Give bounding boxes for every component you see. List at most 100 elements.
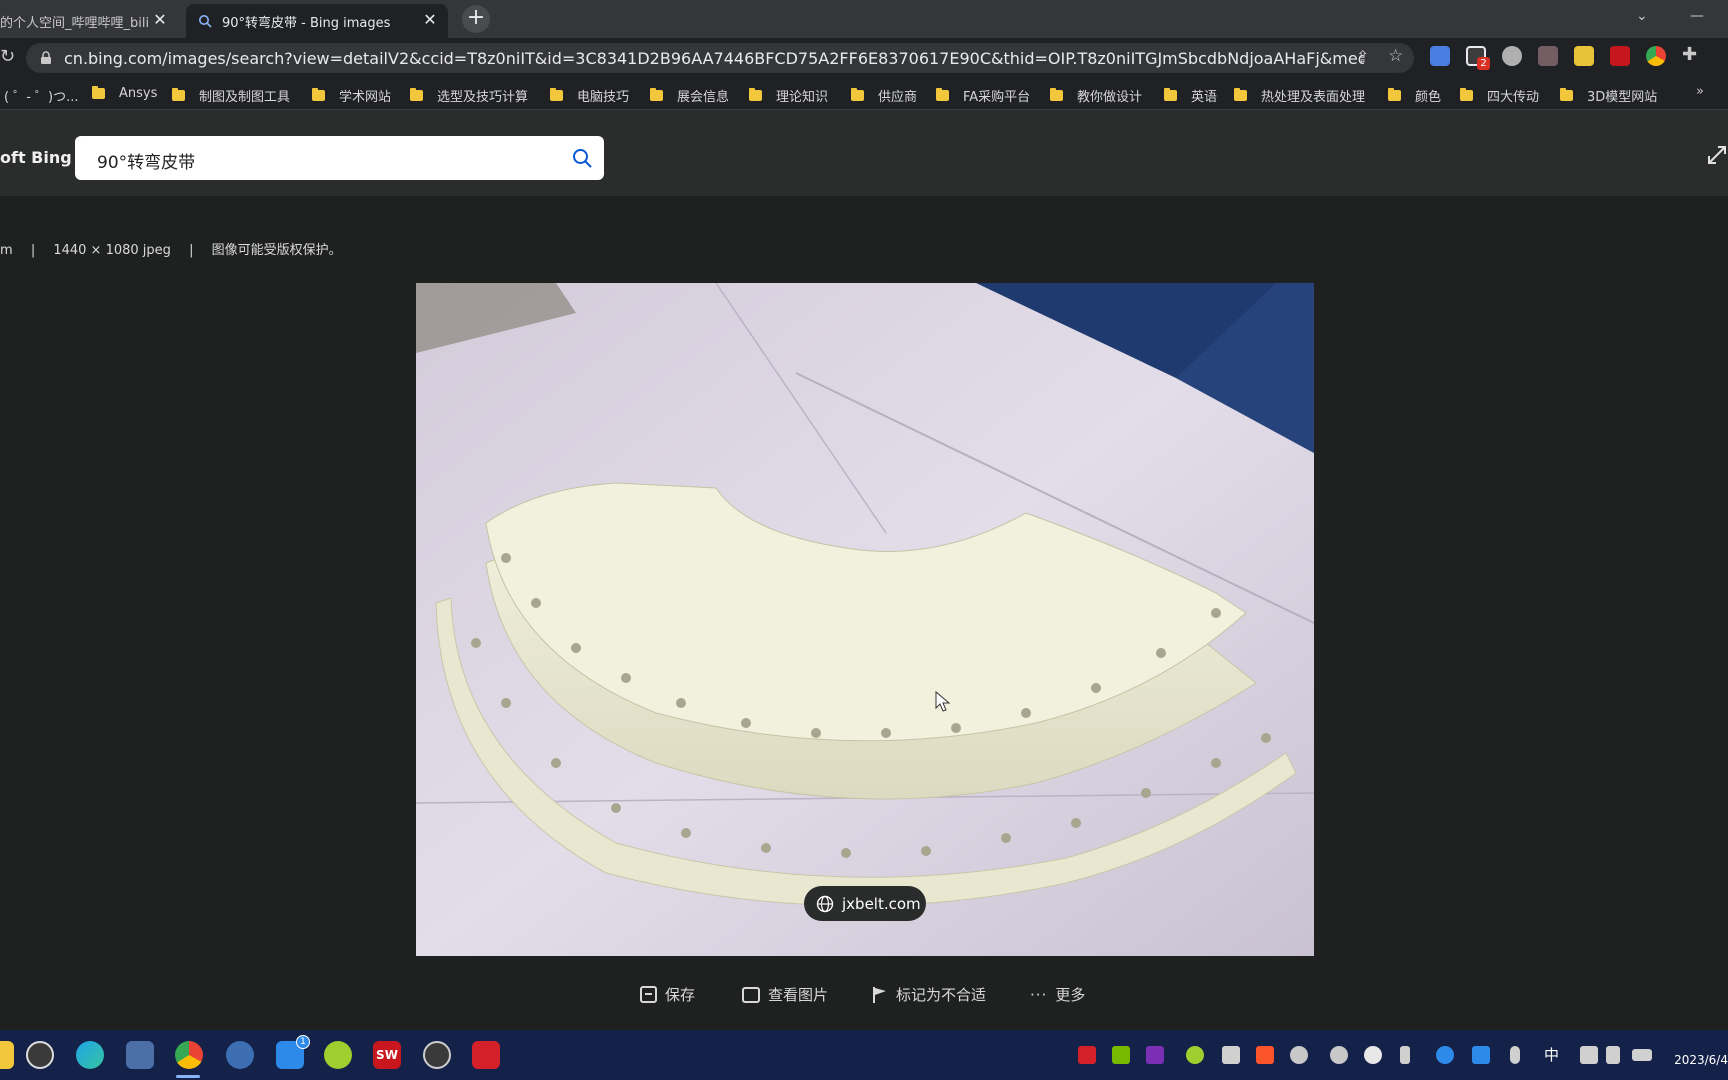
- source-domain: jxbelt.com: [842, 894, 921, 913]
- solidworks-icon[interactable]: SW: [373, 1041, 401, 1069]
- edge-icon[interactable]: [76, 1041, 104, 1069]
- tray-yellow-icon[interactable]: [1186, 1046, 1204, 1064]
- yellow-app-icon[interactable]: [324, 1041, 352, 1069]
- tab-bing-images[interactable]: 90°转弯皮带 - Bing images ✕: [186, 4, 448, 38]
- minimize-icon[interactable]: —: [1690, 8, 1704, 24]
- bookmark-item[interactable]: ( ゜- ゜)つ...: [4, 86, 79, 105]
- tab-title: 的个人空间_哔哩哔哩_bili: [0, 15, 148, 31]
- folder-icon: [410, 88, 423, 101]
- search-icon[interactable]: [572, 148, 592, 168]
- calculator-icon[interactable]: [126, 1041, 154, 1069]
- volume-icon[interactable]: [1606, 1046, 1620, 1064]
- yellow-extension-icon[interactable]: [1574, 46, 1594, 66]
- qq-icon[interactable]: [1364, 1046, 1382, 1064]
- tab-strip: 的个人空间_哔哩哔哩_bili ✕ 90°转弯皮带 - Bing images …: [0, 0, 1728, 38]
- chrome-extension-icon[interactable]: [1646, 46, 1666, 66]
- mail-icon[interactable]: 1: [276, 1035, 310, 1069]
- defender-icon[interactable]: [1472, 1046, 1490, 1064]
- close-icon[interactable]: ✕: [422, 12, 438, 28]
- bookmark-item[interactable]: 选型及技巧计算: [410, 86, 528, 105]
- tray-app-icon[interactable]: [1078, 1046, 1096, 1064]
- save-icon: [640, 986, 657, 1003]
- flag-inappropriate-button[interactable]: 标记为不合适: [872, 984, 986, 1005]
- more-button[interactable]: ··· 更多: [1030, 984, 1085, 1005]
- new-tab-button[interactable]: +: [462, 5, 490, 33]
- autocad-icon[interactable]: [472, 1041, 500, 1069]
- ime-indicator[interactable]: 中: [1544, 1044, 1559, 1065]
- bookmark-item[interactable]: 3D模型网站: [1560, 86, 1657, 105]
- extension-badge-count: 2: [1477, 57, 1490, 70]
- folder-icon: [550, 88, 563, 101]
- bookmark-item[interactable]: 展会信息: [650, 86, 729, 105]
- translate-extension-icon[interactable]: [1430, 46, 1450, 66]
- lock-icon: [41, 51, 51, 64]
- extension-badge-icon[interactable]: 2: [1466, 46, 1490, 70]
- microphone-icon[interactable]: [1510, 1046, 1520, 1064]
- bookmark-item[interactable]: 理论知识: [749, 86, 828, 105]
- bookmark-item[interactable]: 英语: [1164, 86, 1217, 105]
- meta-prefix: m: [0, 243, 13, 258]
- active-app-indicator: [176, 1075, 200, 1078]
- bookmark-item[interactable]: 电脑技巧: [550, 86, 629, 105]
- share-icon[interactable]: ⇪: [1356, 47, 1369, 66]
- chrome-icon[interactable]: [175, 1041, 203, 1069]
- bing-header: oft Bing 90°转弯皮带: [0, 110, 1728, 196]
- bookmark-item[interactable]: 供应商: [851, 86, 917, 105]
- address-bar[interactable]: cn.bing.com/images/search?view=detailV2&…: [26, 43, 1414, 73]
- folder-icon: [851, 88, 864, 101]
- view-image-button[interactable]: 查看图片: [742, 984, 828, 1005]
- folder-icon: [92, 86, 105, 99]
- bookmark-item[interactable]: 学术网站: [312, 86, 391, 105]
- bookmarks-bar: ( ゜- ゜)つ... Ansys 制图及制图工具 学术网站 选型及技巧计算 电…: [0, 78, 1728, 110]
- folder-icon: [1050, 88, 1063, 101]
- more-icon: ···: [1030, 985, 1048, 1004]
- bing-logo[interactable]: oft Bing: [0, 148, 72, 167]
- tray-obs-icon[interactable]: [1330, 1046, 1348, 1064]
- folder-icon: [1234, 88, 1247, 101]
- save-button[interactable]: 保存: [640, 984, 695, 1005]
- battery-icon[interactable]: [1632, 1049, 1652, 1061]
- close-icon[interactable]: ✕: [152, 12, 168, 28]
- usb-icon[interactable]: [1400, 1046, 1410, 1064]
- folder-icon: [1388, 88, 1401, 101]
- more-bookmarks-icon[interactable]: »: [1696, 84, 1704, 99]
- acrobat-extension-icon[interactable]: [1610, 46, 1630, 66]
- file-explorer-icon[interactable]: [0, 1041, 14, 1069]
- bookmark-item[interactable]: 教你做设计: [1050, 86, 1142, 105]
- puzzle-icon[interactable]: ✚: [1682, 44, 1697, 65]
- meta-dimensions: 1440 × 1080 jpeg: [53, 243, 171, 258]
- belt-photo: [416, 283, 1314, 956]
- bookmark-item[interactable]: Ansys: [92, 86, 157, 101]
- bookmark-item[interactable]: FA采购平台: [936, 86, 1030, 105]
- bookmark-item[interactable]: 颜色: [1388, 86, 1441, 105]
- bookmark-item[interactable]: 制图及制图工具: [172, 86, 290, 105]
- bluetooth-icon[interactable]: [1436, 1046, 1454, 1064]
- chevron-down-icon[interactable]: ⌄: [1636, 8, 1648, 24]
- folder-icon: [749, 88, 762, 101]
- tray-g-icon[interactable]: [1290, 1046, 1308, 1064]
- star-icon[interactable]: ☆: [1388, 46, 1403, 66]
- taskbar: 1 SW 中 2023/6/4: [0, 1030, 1728, 1080]
- address-url: cn.bing.com/images/search?view=detailV2&…: [64, 49, 1364, 68]
- bookmark-item[interactable]: 四大传动: [1460, 86, 1539, 105]
- tab-bilibili[interactable]: 的个人空间_哔哩哔哩_bili ✕: [0, 4, 178, 38]
- onenote-icon[interactable]: [1146, 1046, 1164, 1064]
- pink-extension-icon[interactable]: [1538, 46, 1558, 66]
- network-icon[interactable]: [1580, 1046, 1598, 1064]
- reload-icon[interactable]: ↻: [0, 46, 15, 67]
- bookmark-item[interactable]: 热处理及表面处理: [1234, 86, 1365, 105]
- obs-icon[interactable]: [423, 1041, 451, 1069]
- search-input[interactable]: 90°转弯皮带: [75, 136, 604, 180]
- expand-icon[interactable]: [1706, 144, 1728, 166]
- media-player-icon[interactable]: [26, 1041, 54, 1069]
- nvidia-icon[interactable]: [1112, 1046, 1130, 1064]
- grammarly-extension-icon[interactable]: [1502, 46, 1522, 66]
- grid-icon[interactable]: [1222, 1046, 1240, 1064]
- folder-icon: [1460, 88, 1473, 101]
- result-image[interactable]: [416, 283, 1314, 956]
- taskbar-clock[interactable]: 2023/6/4: [1674, 1053, 1728, 1067]
- brave-icon[interactable]: [1256, 1046, 1274, 1064]
- settings-icon[interactable]: [226, 1041, 254, 1069]
- folder-icon: [1164, 88, 1177, 101]
- source-link[interactable]: jxbelt.com: [804, 886, 926, 921]
